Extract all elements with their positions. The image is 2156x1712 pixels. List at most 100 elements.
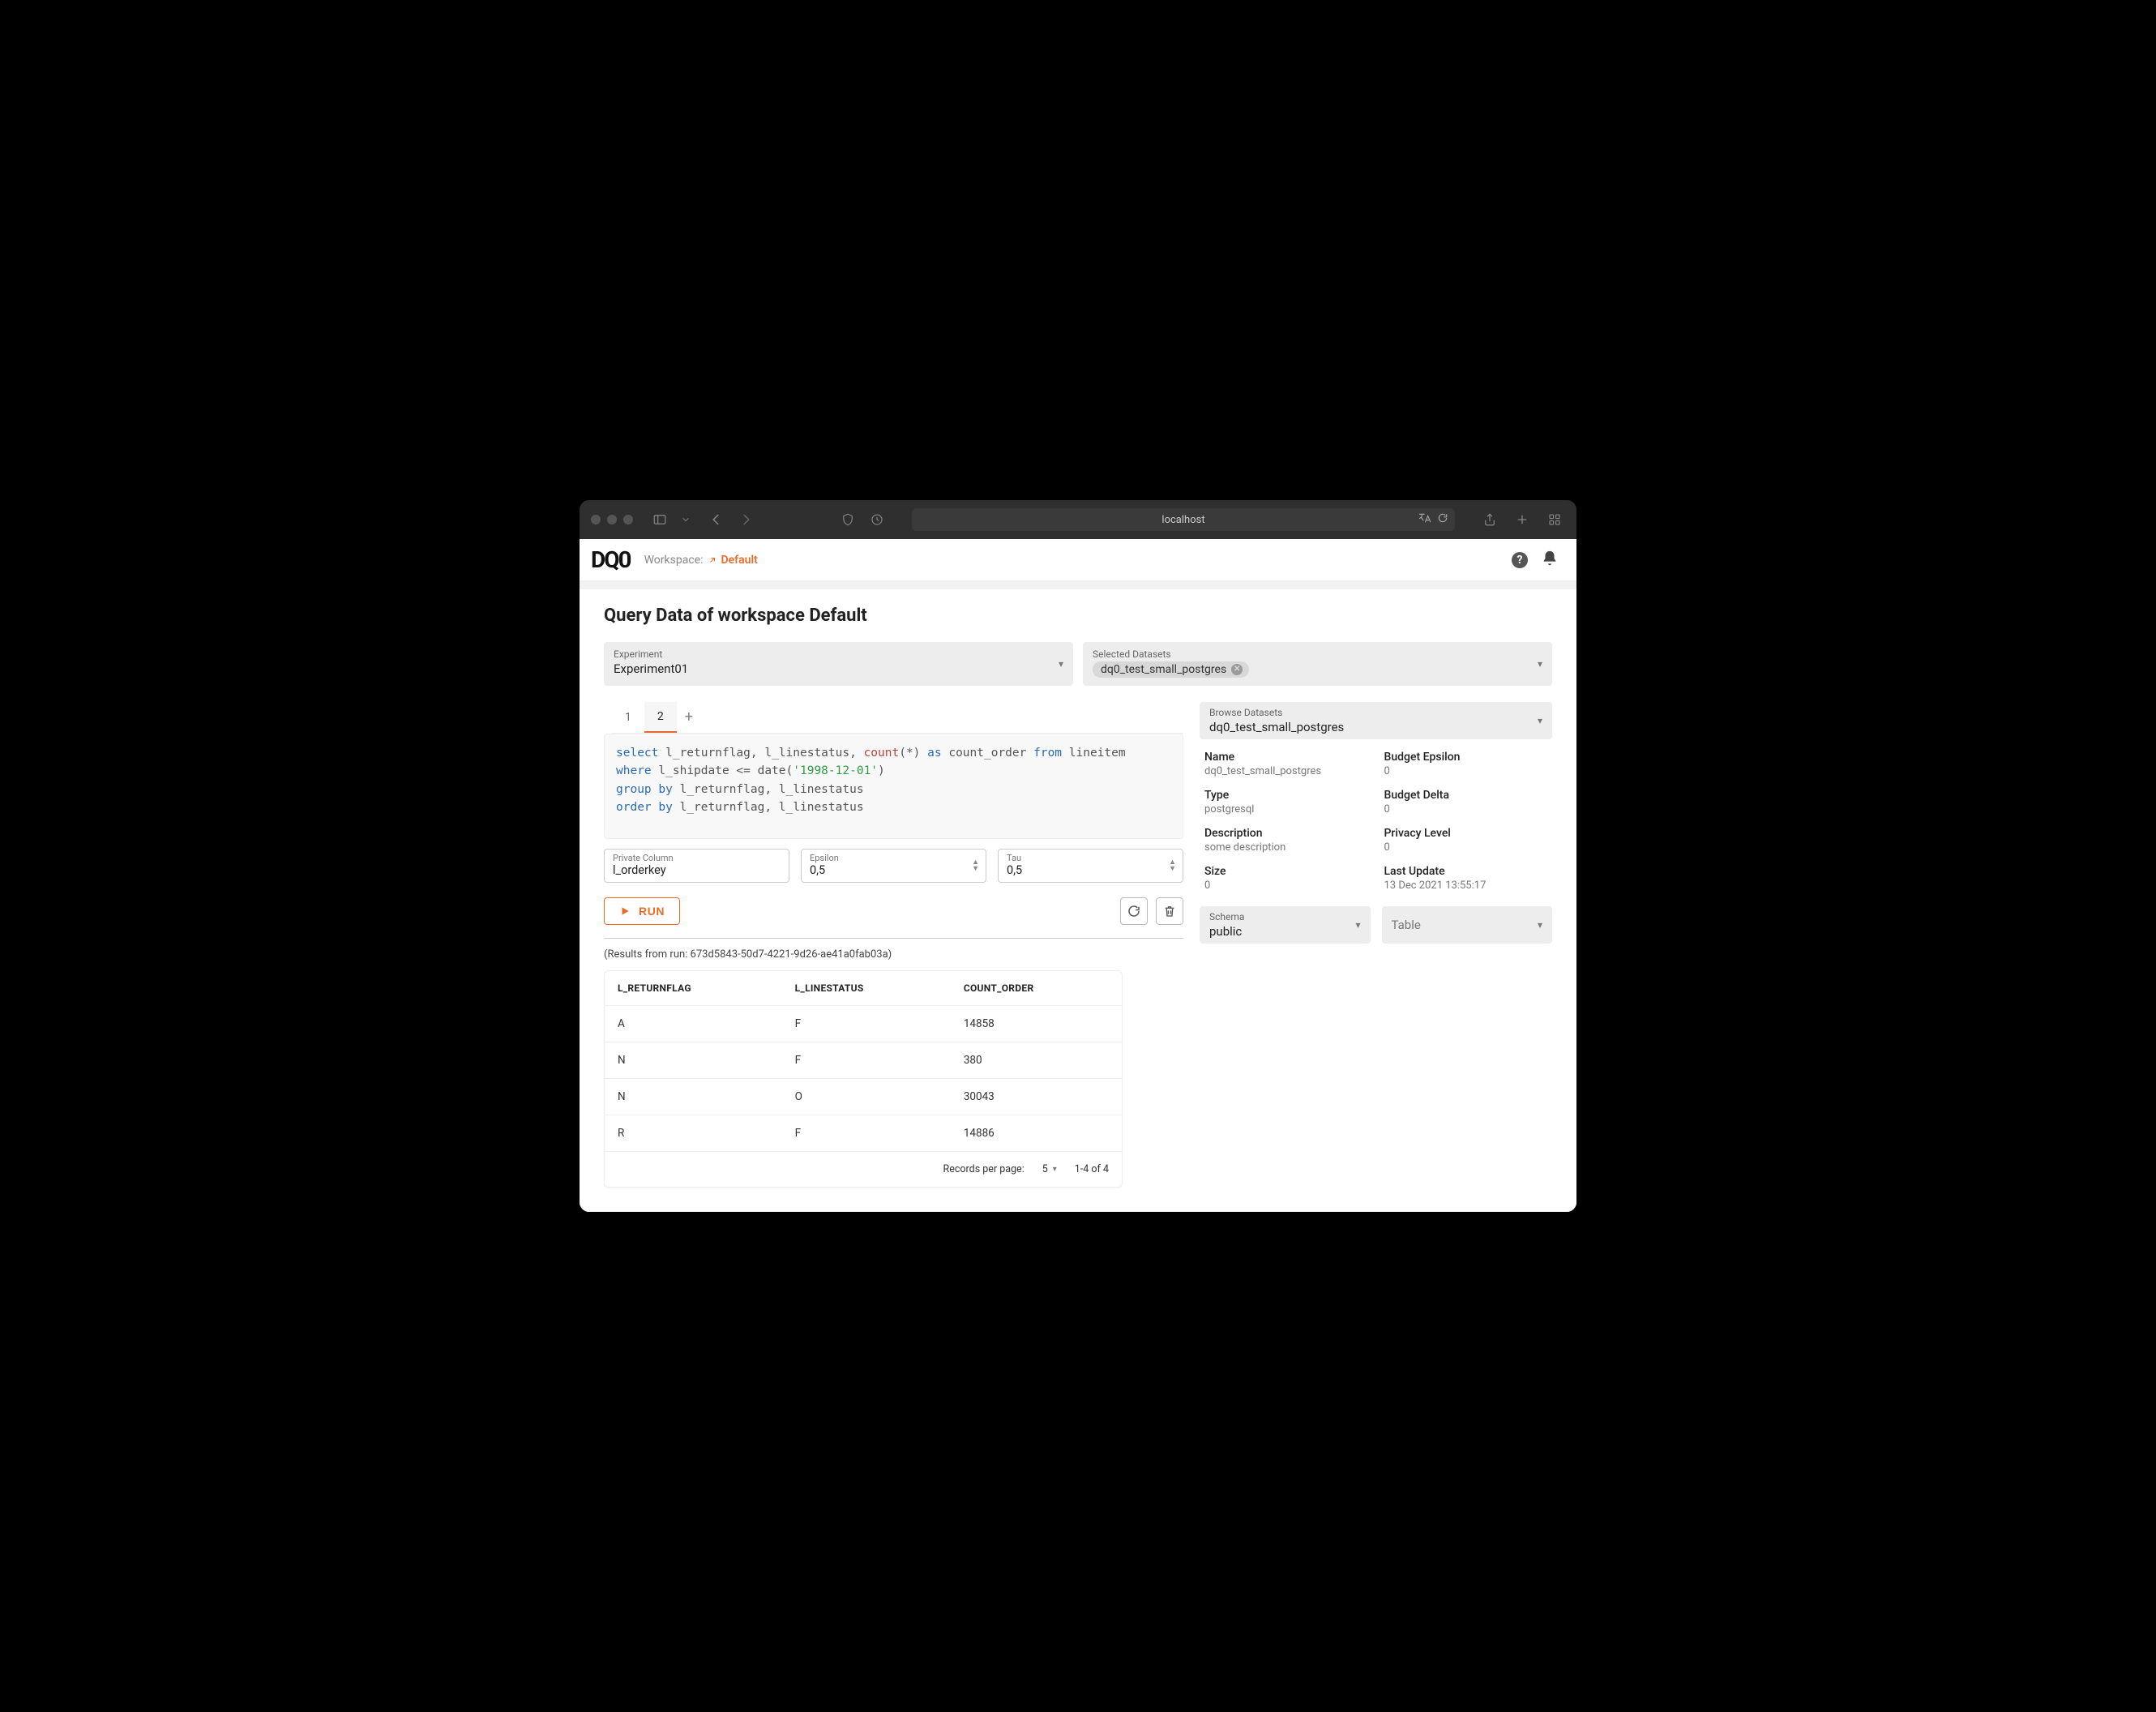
results-table: L_RETURNFLAGL_LINESTATUSCOUNT_ORDER AF14… [604, 970, 1123, 1188]
table-select[interactable]: Table ▾ [1382, 906, 1553, 944]
meta-budget-delta-value: 0 [1384, 803, 1548, 815]
url-text: localhost [1161, 514, 1204, 526]
browse-value: dq0_test_small_postgres [1209, 720, 1542, 734]
play-icon [619, 905, 631, 917]
dropdown-caret-icon[interactable] [678, 512, 693, 527]
results-caption: (Results from run: 673d5843-50d7-4221-9d… [604, 948, 1183, 961]
sidebar-toggle-icon[interactable] [649, 509, 670, 530]
table-cell: 380 [951, 1042, 1122, 1079]
app: DQ0 Workspace: Default ? Query Dat [580, 539, 1576, 1212]
schema-select[interactable]: Schema public ▾ [1200, 906, 1371, 944]
private-column-value: l_orderkey [613, 863, 781, 877]
share-icon[interactable] [1479, 509, 1500, 530]
run-button-label: RUN [639, 905, 665, 918]
sql-editor[interactable]: select l_returnflag, l_linestatus, count… [604, 734, 1183, 839]
browser-toolbar: localhost [580, 500, 1576, 539]
meta-type-label: Type [1204, 789, 1368, 802]
table-cell: A [605, 1006, 782, 1042]
run-button[interactable]: RUN [604, 897, 680, 925]
tau-label: Tau [1007, 853, 1174, 863]
meta-budget-delta-label: Budget Delta [1384, 789, 1548, 802]
new-tab-icon[interactable] [1512, 509, 1533, 530]
browser-window: localhost DQ0 [580, 500, 1576, 1212]
refresh-icon [1127, 904, 1141, 918]
dataset-chip[interactable]: dq0_test_small_postgres ✕ [1093, 661, 1249, 678]
table-footer: Records per page: 5 ▾ 1-4 of 4 [618, 1163, 1109, 1175]
rpp-value: 5 [1042, 1163, 1048, 1175]
trash-icon [1162, 904, 1177, 918]
chevron-down-icon: ▾ [1053, 1165, 1057, 1174]
meta-privacy-label: Privacy Level [1384, 827, 1548, 840]
meta-update-label: Last Update [1384, 865, 1548, 878]
app-header: DQ0 Workspace: Default ? [580, 539, 1576, 581]
shield-icon[interactable] [837, 509, 858, 530]
privacy-report-icon[interactable] [866, 509, 888, 530]
workspace-name: Default [721, 554, 757, 567]
table-cell: 14858 [951, 1006, 1122, 1042]
experiment-value: Experiment01 [614, 661, 1063, 676]
stepper-icon[interactable]: ▲▼ [1169, 859, 1176, 872]
meta-size-label: Size [1204, 865, 1368, 878]
tab-overview-icon[interactable] [1544, 509, 1565, 530]
table-cell: F [782, 1006, 951, 1042]
breadcrumb: Workspace: Default [644, 554, 758, 567]
notifications-icon[interactable] [1541, 550, 1559, 571]
refresh-button[interactable] [1120, 897, 1148, 925]
meta-privacy-value: 0 [1384, 841, 1548, 854]
workspace-link[interactable]: Default [708, 554, 757, 567]
experiment-label: Experiment [614, 648, 1063, 660]
chevron-down-icon: ▾ [1538, 715, 1542, 726]
chevron-down-icon: ▾ [1538, 658, 1542, 670]
stepper-icon[interactable]: ▲▼ [972, 859, 979, 872]
table-row: RF14886 [605, 1115, 1122, 1152]
page: Query Data of workspace Default Experime… [580, 589, 1576, 1212]
table-cell: R [605, 1115, 782, 1152]
table-cell: F [782, 1042, 951, 1079]
datasets-select[interactable]: Selected Datasets dq0_test_small_postgre… [1083, 642, 1552, 686]
add-tab-button[interactable]: + [677, 704, 701, 731]
rpp-range: 1-4 of 4 [1075, 1163, 1109, 1175]
browse-label: Browse Datasets [1209, 707, 1542, 718]
col-header: L_LINESTATUS [782, 971, 951, 1006]
private-column-field[interactable]: Private Column l_orderkey [604, 849, 789, 883]
table-cell: 30043 [951, 1079, 1122, 1115]
translate-icon[interactable] [1418, 511, 1431, 528]
meta-desc-value: some description [1204, 841, 1368, 854]
table-cell: N [605, 1042, 782, 1079]
app-logo[interactable]: DQ0 [591, 546, 630, 573]
col-header: L_RETURNFLAG [605, 971, 782, 1006]
query-tab-1[interactable]: 1 [612, 703, 644, 732]
col-header: COUNT_ORDER [951, 971, 1122, 1006]
delete-button[interactable] [1156, 897, 1183, 925]
datasets-label: Selected Datasets [1093, 648, 1542, 660]
tau-field[interactable]: Tau 0,5 ▲▼ [998, 849, 1183, 883]
rpp-select[interactable]: 5 ▾ [1042, 1163, 1057, 1175]
browse-datasets-select[interactable]: Browse Datasets dq0_test_small_postgres … [1200, 702, 1552, 739]
chevron-down-icon: ▾ [1355, 919, 1360, 931]
chip-remove-icon[interactable]: ✕ [1231, 664, 1243, 675]
query-tab-2[interactable]: 2 [644, 702, 677, 733]
reload-icon[interactable] [1437, 512, 1448, 527]
epsilon-field[interactable]: Epsilon 0,5 ▲▼ [801, 849, 986, 883]
rpp-label: Records per page: [943, 1163, 1025, 1175]
experiment-select[interactable]: Experiment Experiment01 ▾ [604, 642, 1073, 686]
query-tabs: 1 2 + [612, 702, 1183, 734]
epsilon-label: Epsilon [810, 853, 977, 863]
workspace-label: Workspace: [644, 554, 704, 567]
table-row: AF14858 [605, 1006, 1122, 1042]
page-title: Query Data of workspace Default [604, 606, 1552, 626]
private-column-label: Private Column [613, 853, 781, 863]
table-placeholder: Table [1392, 918, 1543, 932]
meta-budget-eps-label: Budget Epsilon [1384, 751, 1548, 764]
table-cell: 14886 [951, 1115, 1122, 1152]
nav-forward-icon[interactable] [735, 509, 756, 530]
tau-value: 0,5 [1007, 863, 1174, 877]
meta-type-value: postgresql [1204, 803, 1368, 815]
nav-back-icon[interactable] [706, 509, 727, 530]
address-bar[interactable]: localhost [912, 508, 1455, 531]
chevron-down-icon: ▾ [1538, 919, 1542, 931]
table-row: NF380 [605, 1042, 1122, 1079]
window-controls[interactable] [591, 515, 633, 524]
help-icon[interactable]: ? [1512, 552, 1528, 568]
meta-size-value: 0 [1204, 880, 1368, 892]
